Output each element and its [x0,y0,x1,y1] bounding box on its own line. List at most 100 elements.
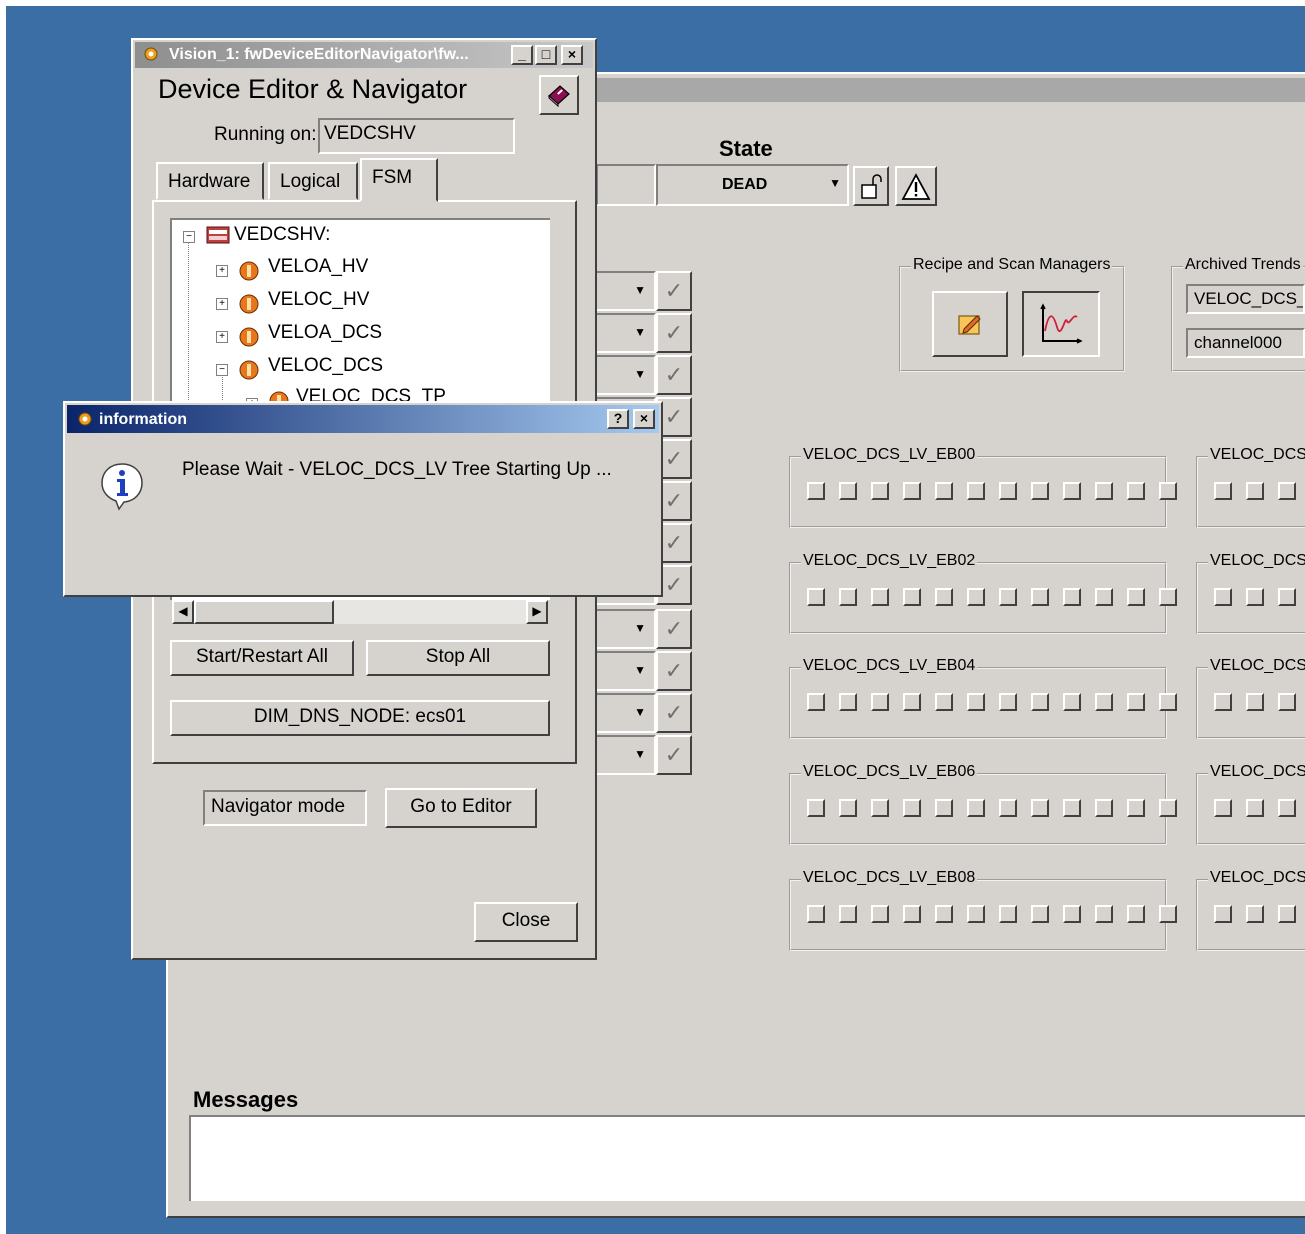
lv-group: VELOC_DCS_LV_EB00 [789,446,1177,528]
scrollbar-thumb[interactable] [194,600,334,624]
recipe-manager-button[interactable] [932,291,1008,357]
status-led [839,693,857,711]
status-led [1159,588,1177,606]
stop-all-button[interactable]: Stop All [366,640,550,676]
row-check-button[interactable]: ✓ [656,609,692,649]
status-led [1159,693,1177,711]
status-led [1278,693,1296,711]
status-led [999,693,1017,711]
tab-fsm[interactable]: FSM [360,158,438,202]
navigator-window-title: Vision_1: fwDeviceEditorNavigator\fw... [169,46,469,63]
status-led [903,482,921,500]
row-check-button[interactable]: ✓ [656,271,692,311]
status-led [999,588,1017,606]
status-led [999,482,1017,500]
fsm-node-icon [239,294,259,314]
expand-icon[interactable]: + [216,298,228,310]
lv-group: VELOC_DCS_LV_EB08 [789,869,1177,951]
status-led [839,588,857,606]
lv-group-title: VELOC_DCS [1208,657,1305,675]
maximize-button[interactable]: □ [535,45,557,65]
lv-group-title: VELOC_DCS_LV_EB02 [801,552,978,570]
status-led [935,588,953,606]
navigator-heading: Device Editor & Navigator [158,74,468,104]
tree-root-label[interactable]: VEDCSHV: [234,224,330,246]
row-combo[interactable]: ▼ [596,651,656,691]
close-button[interactable]: Close [474,902,578,942]
row-combo[interactable]: ▼ [596,693,656,733]
lv-group-title: VELOC_DCS_LV_EB08 [801,869,978,887]
state-combo[interactable]: DEAD ▼ [656,164,849,206]
status-led [1214,693,1232,711]
tab-hardware[interactable]: Hardware [156,162,264,200]
scroll-left-icon[interactable]: ◀ [172,600,194,624]
tree-hscrollbar[interactable]: ◀ ▶ [172,600,548,624]
navigator-titlebar[interactable]: Vision_1: fwDeviceEditorNavigator\fw... … [135,42,593,68]
collapse-icon[interactable]: − [183,231,195,243]
status-led [1063,693,1081,711]
row-combo[interactable]: ▼ [596,313,656,353]
start-restart-all-button[interactable]: Start/Restart All [170,640,354,676]
lock-button[interactable] [853,166,889,206]
tree-item[interactable]: VELOA_HV [268,256,368,278]
status-led [903,799,921,817]
status-led [1095,693,1113,711]
recipe-edit-icon [958,315,981,335]
expand-icon[interactable]: + [216,331,228,343]
status-led [1031,482,1049,500]
tree-item[interactable]: VELOC_HV [268,289,369,311]
lv-group: VELOC_DCS_LV_EB06 [789,763,1177,845]
archived-channel-field[interactable]: channel000 [1186,328,1305,358]
archived-dp-field[interactable]: VELOC_DCS_L [1186,284,1305,314]
scan-manager-button[interactable] [1022,291,1100,357]
scroll-right-icon[interactable]: ▶ [526,600,548,624]
tab-logical[interactable]: Logical [268,162,358,200]
chevron-down-icon: ▼ [829,176,841,190]
expand-icon[interactable]: + [216,265,228,277]
minimize-button[interactable]: _ [511,45,533,65]
running-on-field: VEDCSHV [318,118,515,154]
row-check-button[interactable]: ✓ [656,355,692,395]
collapse-icon[interactable]: − [216,364,228,376]
lv-group: VELOC_DCS [1196,657,1305,739]
row-combo[interactable]: ▼ [596,735,656,775]
book-icon [548,85,570,108]
fsm-node-icon [239,261,259,281]
messages-box[interactable] [189,1115,1305,1201]
status-led [871,693,889,711]
status-led [1127,905,1145,923]
row-combo[interactable]: ▼ [596,609,656,649]
tree-item[interactable]: VELOA_DCS [268,322,382,344]
row-check-button[interactable]: ✓ [656,735,692,775]
row-check-button[interactable]: ✓ [656,651,692,691]
status-led [1127,482,1145,500]
row-check-button[interactable]: ✓ [656,693,692,733]
status-led [999,905,1017,923]
lv-group-title: VELOC_DCS_LV_EB00 [801,446,978,464]
info-icon [101,463,143,511]
row-combo[interactable]: ▼ [596,355,656,395]
context-help-button[interactable]: ? [607,409,629,429]
lv-group: VELOC_DCS_LV_EB04 [789,657,1177,739]
status-led [839,905,857,923]
status-led [967,482,985,500]
status-led [1278,482,1296,500]
tree-item[interactable]: VELOC_DCS [268,355,383,377]
status-led [903,905,921,923]
information-dialog-titlebar[interactable]: information ? × [67,405,659,433]
row-combo[interactable]: ▼ [596,271,656,311]
status-led [807,693,825,711]
go-to-editor-button[interactable]: Go to Editor [385,788,537,828]
lv-group-title: VELOC_DCS [1208,446,1305,464]
information-message: Please Wait - VELOC_DCS_LV Tree Starting… [182,459,612,480]
status-led [1031,588,1049,606]
dialog-close-button[interactable]: × [633,409,655,429]
status-led [1246,482,1264,500]
chevron-down-icon: ▼ [634,705,646,719]
row-check-button[interactable]: ✓ [656,313,692,353]
close-window-button[interactable]: × [561,45,583,65]
status-led [1127,693,1145,711]
dim-dns-node-button[interactable]: DIM_DNS_NODE: ecs01 [170,700,550,736]
help-book-button[interactable] [539,75,579,115]
warning-button[interactable] [895,166,937,206]
